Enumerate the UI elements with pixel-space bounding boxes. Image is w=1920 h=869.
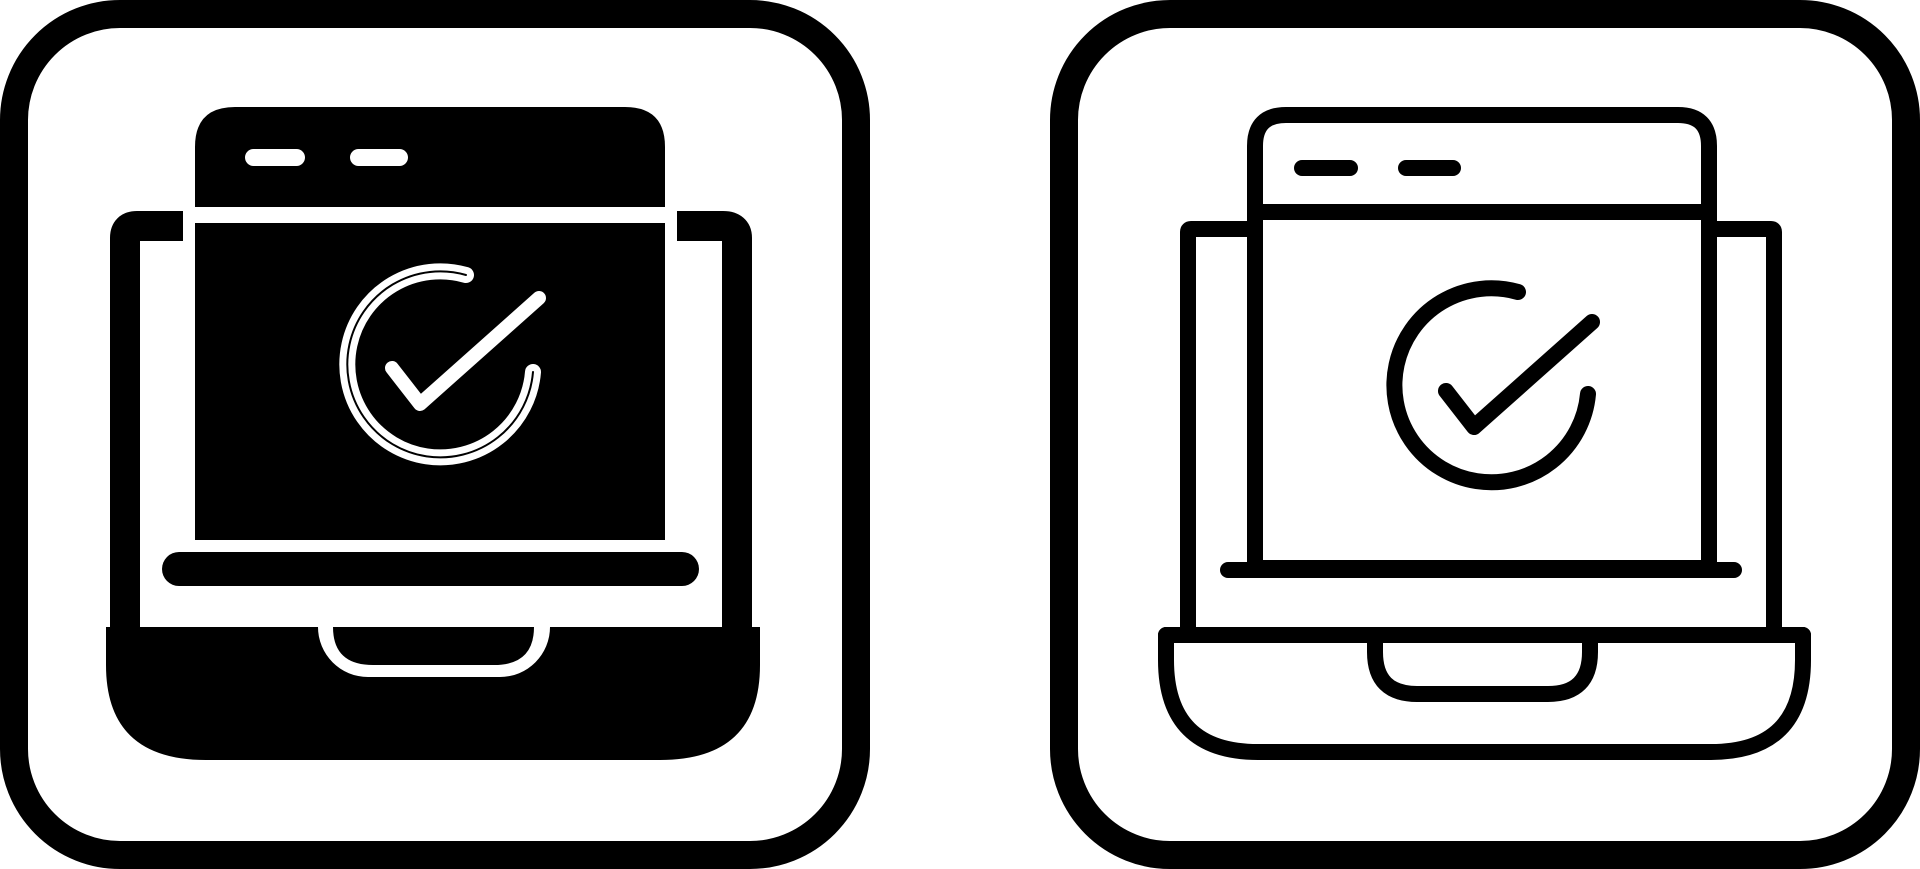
icon-tile-glyph — [0, 0, 870, 869]
base-notch — [333, 627, 534, 665]
browser-dash-1 — [245, 149, 305, 166]
laptop-check-glyph-icon — [106, 107, 760, 760]
keyboard-bar — [162, 552, 699, 586]
browser-dash-2 — [350, 149, 408, 166]
icon-set — [0, 0, 1920, 869]
icon-tile-line — [1050, 0, 1920, 869]
icon-comparison-canvas — [0, 0, 1920, 869]
